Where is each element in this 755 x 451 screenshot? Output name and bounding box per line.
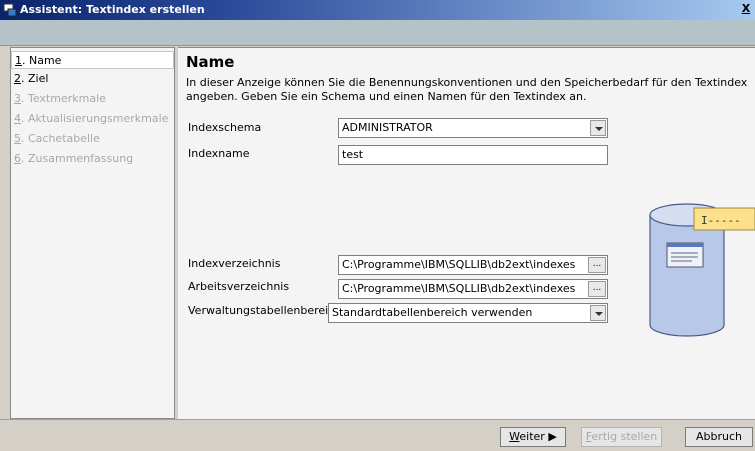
arrow-right-icon: ▶ bbox=[548, 430, 557, 443]
step-label: . Zusammenfassung bbox=[21, 152, 134, 165]
work-directory-input[interactable]: C:\Programme\IBM\SQLLIB\db2ext\indexes .… bbox=[338, 279, 608, 299]
index-note-text: I----- bbox=[701, 214, 741, 227]
header-band bbox=[0, 20, 755, 46]
wizard-button-bar: Weiter ▶ Fertig stellen Abbruch bbox=[0, 419, 755, 451]
work-directory-label: Arbeitsverzeichnis bbox=[188, 280, 290, 293]
chevron-down-icon[interactable] bbox=[590, 305, 606, 321]
index-name-input[interactable]: test bbox=[338, 145, 608, 165]
step-number: 1 bbox=[15, 54, 22, 67]
nav-step-cachetabelle: 5. Cachetabelle bbox=[11, 130, 174, 148]
wizard-app-icon bbox=[3, 3, 17, 17]
index-directory-browse-button[interactable]: ... bbox=[588, 257, 606, 273]
nav-step-zusammenfassung: 6. Zusammenfassung bbox=[11, 150, 174, 168]
index-directory-value: C:\Programme\IBM\SQLLIB\db2ext\indexes bbox=[342, 258, 576, 271]
nav-step-aktualisierungsmerkmale: 4. Aktualisierungsmerkmale bbox=[11, 110, 174, 128]
admin-tablespace-select[interactable]: Standardtabellenbereich verwenden bbox=[328, 303, 608, 323]
step-number: 3 bbox=[14, 92, 21, 105]
page-description: In dieser Anzeige können Sie die Benennu… bbox=[186, 76, 748, 103]
step-label: . Cachetabelle bbox=[21, 132, 100, 145]
admin-tablespace-label: Verwaltungstabellenbereich bbox=[188, 304, 342, 317]
wizard-steps-nav: 1. Name 2. Ziel 3. Textmerkmale 4. Aktua… bbox=[10, 47, 175, 419]
work-directory-value: C:\Programme\IBM\SQLLIB\db2ext\indexes bbox=[342, 282, 576, 295]
finish-button-label: ertig stellen bbox=[591, 430, 658, 443]
index-schema-select[interactable]: ADMINISTRATOR bbox=[338, 118, 608, 138]
title-bar: Assistent: Textindex erstellen X bbox=[0, 0, 755, 20]
finish-button: Fertig stellen bbox=[581, 427, 662, 447]
database-text-index-icon: I----- bbox=[649, 203, 755, 337]
index-name-value: test bbox=[342, 148, 364, 161]
index-schema-label: Indexschema bbox=[188, 121, 262, 134]
nav-step-textmerkmale: 3. Textmerkmale bbox=[11, 90, 174, 108]
nav-step-name[interactable]: 1. Name bbox=[11, 51, 174, 69]
step-label: . Textmerkmale bbox=[21, 92, 106, 105]
admin-tablespace-value: Standardtabellenbereich verwenden bbox=[332, 306, 533, 319]
next-button[interactable]: Weiter ▶ bbox=[500, 427, 566, 447]
step-number: 6 bbox=[14, 152, 21, 165]
index-directory-input[interactable]: C:\Programme\IBM\SQLLIB\db2ext\indexes .… bbox=[338, 255, 608, 275]
index-directory-label: Indexverzeichnis bbox=[188, 257, 281, 270]
step-label: . Aktualisierungsmerkmale bbox=[21, 112, 169, 125]
step-number: 4 bbox=[14, 112, 21, 125]
step-label: . Name bbox=[22, 54, 62, 67]
page-title: Name bbox=[186, 53, 235, 71]
step-label: . Ziel bbox=[21, 72, 49, 85]
next-button-mnemonic: W bbox=[509, 430, 520, 443]
index-name-label: Indexname bbox=[188, 147, 250, 160]
close-button[interactable]: X bbox=[739, 2, 753, 16]
chevron-down-icon[interactable] bbox=[590, 120, 606, 136]
step-number: 2 bbox=[14, 72, 21, 85]
cancel-button[interactable]: Abbruch bbox=[685, 427, 753, 447]
next-button-label: eiter bbox=[519, 430, 545, 443]
step-number: 5 bbox=[14, 132, 21, 145]
work-directory-browse-button[interactable]: ... bbox=[588, 281, 606, 297]
window-title: Assistent: Textindex erstellen bbox=[20, 3, 205, 16]
nav-step-ziel[interactable]: 2. Ziel bbox=[11, 70, 174, 88]
index-schema-value: ADMINISTRATOR bbox=[342, 121, 433, 134]
